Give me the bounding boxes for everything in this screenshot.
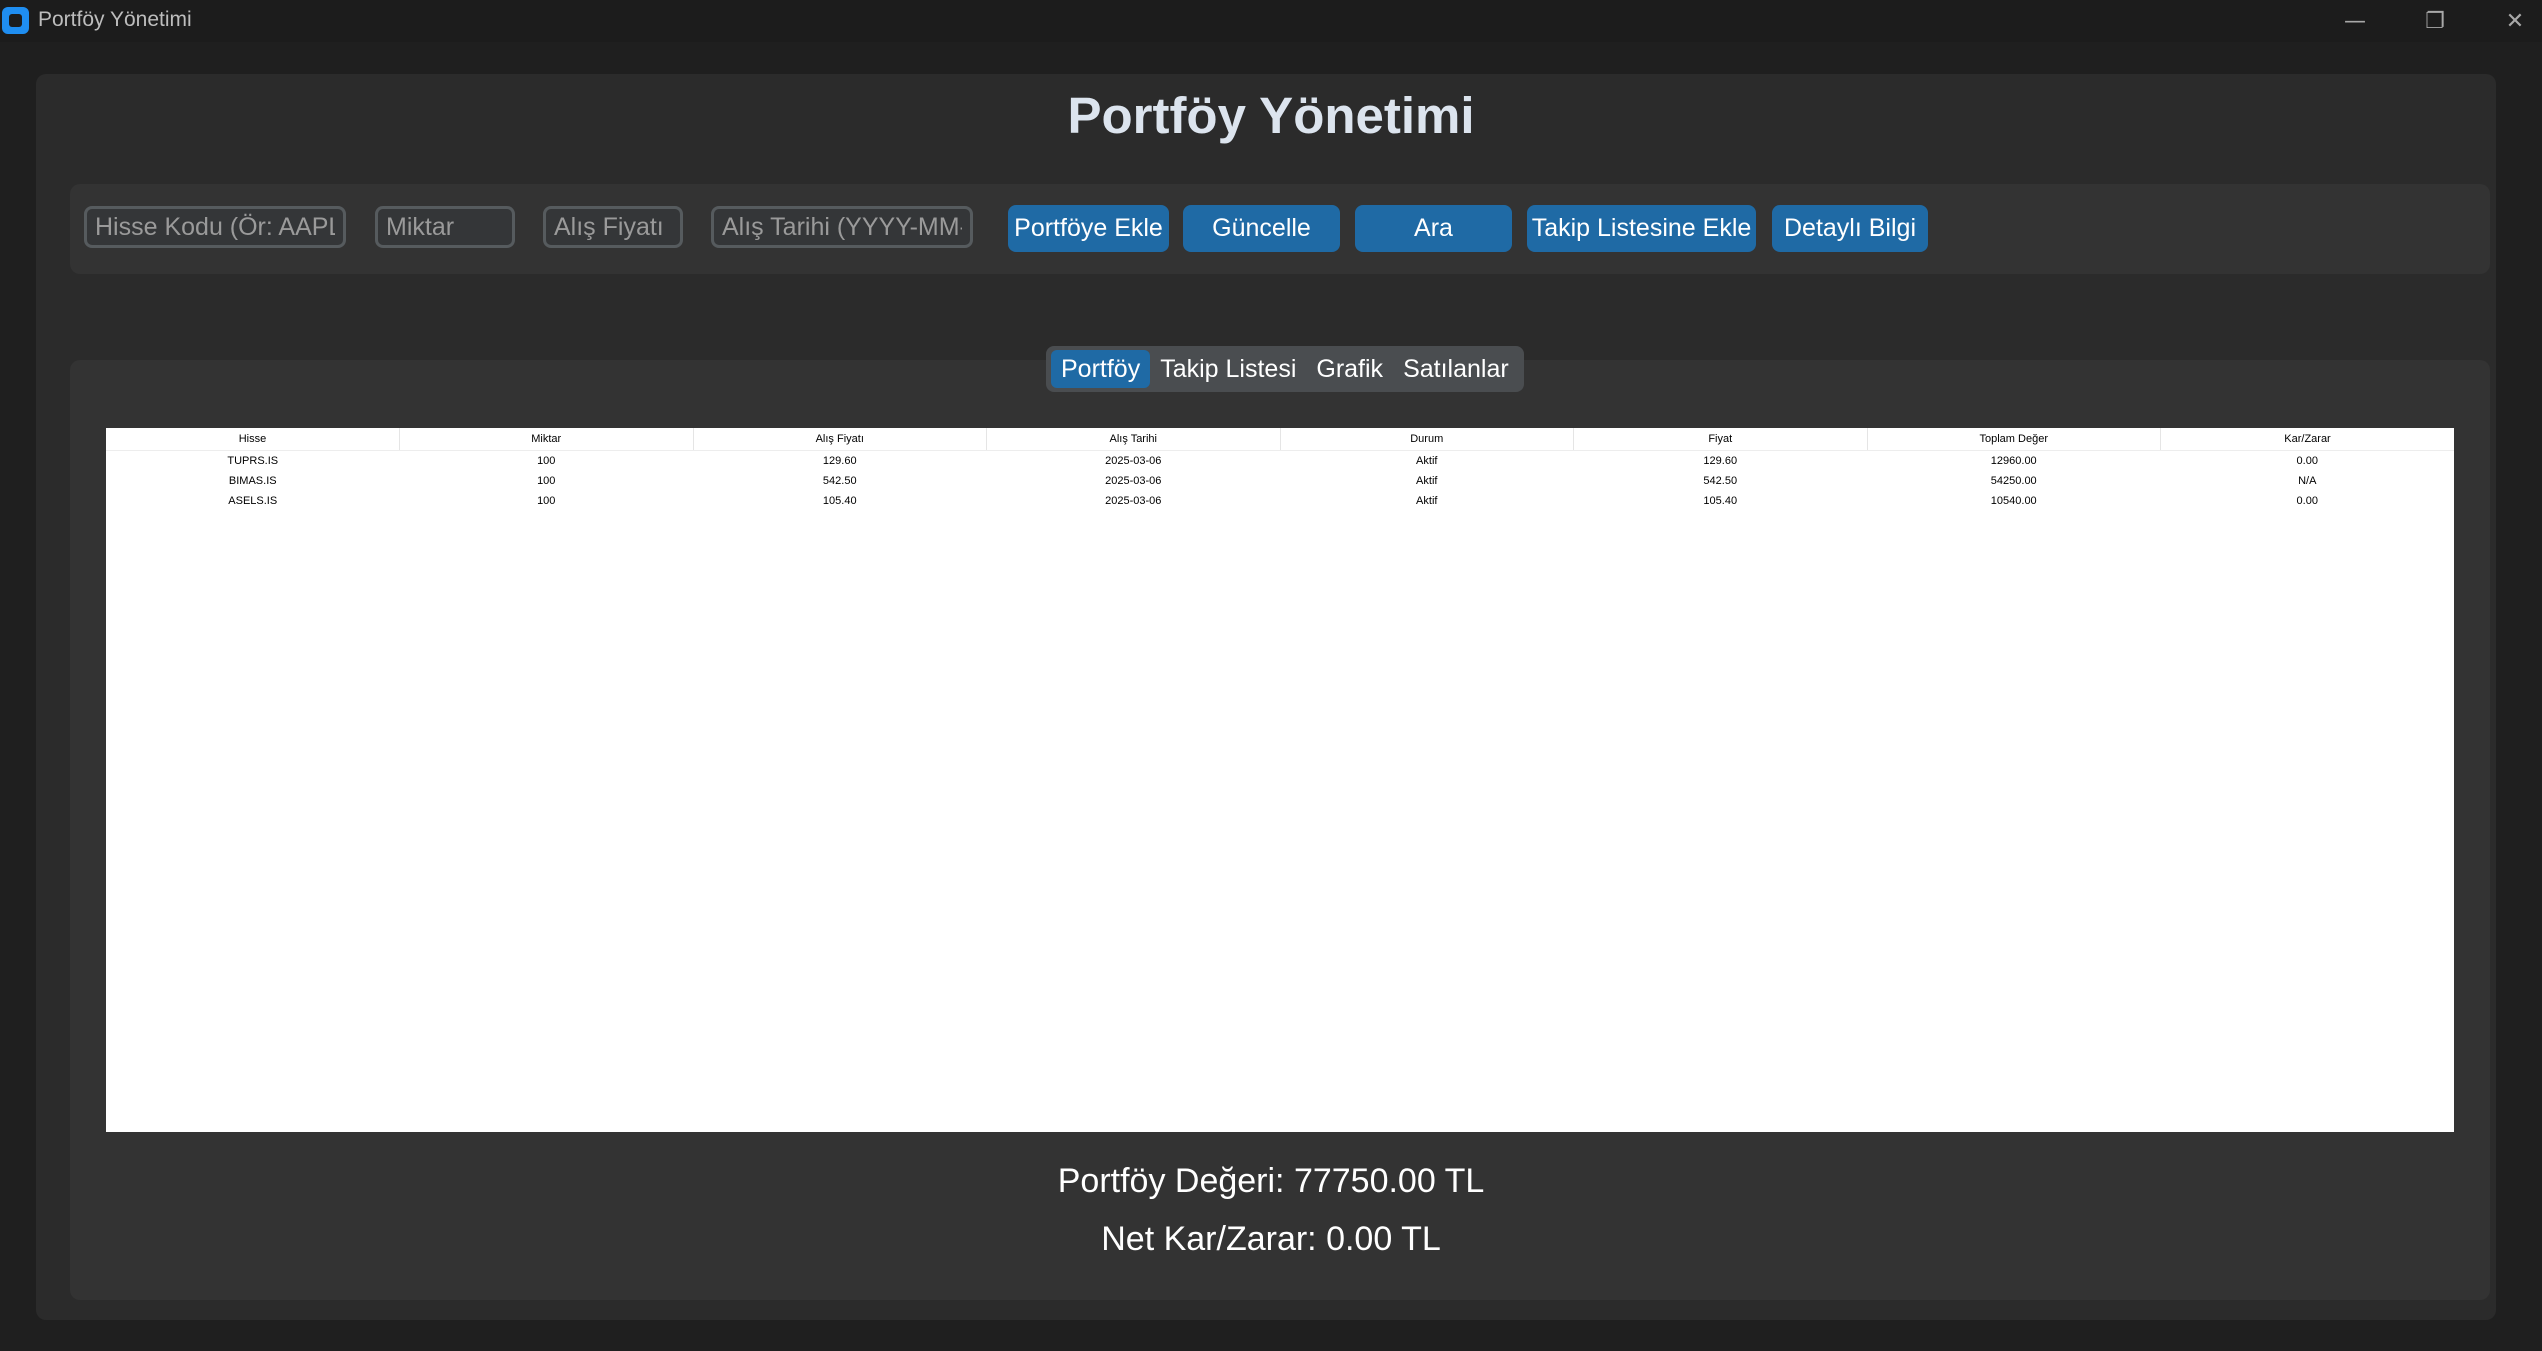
- table-cell: 2025-03-06: [1105, 455, 1162, 467]
- details-button[interactable]: Detaylı Bilgi: [1772, 205, 1928, 252]
- table-cell: 542.50: [822, 475, 857, 487]
- buy-date-input[interactable]: [711, 206, 973, 248]
- quantity-input[interactable]: [375, 206, 515, 248]
- column-header[interactable]: Miktar: [399, 428, 694, 451]
- column-header[interactable]: Alış Tarihi: [986, 428, 1281, 451]
- portfolio-table-area[interactable]: Hisse Miktar Alış Fiyatı Alış Tarihi Dur…: [106, 428, 2454, 1132]
- column-header[interactable]: Durum: [1280, 428, 1574, 451]
- table-cell: N/A: [2298, 475, 2317, 487]
- column-header[interactable]: Kar/Zarar: [2160, 428, 2454, 451]
- table-cell: 2025-03-06: [1105, 495, 1162, 507]
- tab-bar: Portföy Takip Listesi Grafik Satılanlar: [1046, 346, 1524, 392]
- maximize-icon[interactable]: ❐: [2395, 0, 2475, 42]
- search-button[interactable]: Ara: [1355, 205, 1512, 252]
- column-header[interactable]: Fiyat: [1573, 428, 1868, 451]
- minimize-icon[interactable]: —: [2315, 0, 2395, 42]
- net-profit-loss-label: Net Kar/Zarar: 0.00 TL: [1101, 1220, 1441, 1258]
- buy-price-input[interactable]: [543, 206, 683, 248]
- table-cell: 105.40: [1703, 495, 1738, 507]
- portfolio-value-label: Portföy Değeri: 77750.00 TL: [1057, 1162, 1485, 1200]
- column-header[interactable]: Toplam Değer: [1867, 428, 2161, 451]
- window-title: Portföy Yönetimi: [38, 8, 192, 31]
- table-cell: 0.00: [2296, 495, 2318, 507]
- table-cell: 105.40: [822, 495, 857, 507]
- tab-watchlist[interactable]: Takip Listesi: [1150, 350, 1306, 388]
- tab-sold[interactable]: Satılanlar: [1393, 350, 1519, 388]
- table-cell: Aktif: [1416, 495, 1438, 507]
- table-row[interactable]: BIMAS.IS 100 542.50 2025-03-06 Aktif 542…: [106, 471, 2454, 491]
- table-cell: 12960.00: [1990, 455, 2037, 467]
- page-title: Portföy Yönetimi: [1067, 87, 1475, 144]
- add-to-portfolio-button[interactable]: Portföye Ekle: [1008, 205, 1169, 252]
- column-header[interactable]: Alış Fiyatı: [693, 428, 987, 451]
- table-cell: 100: [537, 455, 556, 467]
- update-button[interactable]: Güncelle: [1183, 205, 1340, 252]
- title-bar: Portföy Yönetimi — ❐ ✕: [0, 0, 2542, 42]
- table-cell: 2025-03-06: [1105, 475, 1162, 487]
- table-header-row: Hisse Miktar Alış Fiyatı Alış Tarihi Dur…: [106, 428, 2454, 451]
- table-cell: 542.50: [1703, 475, 1738, 487]
- add-to-watchlist-button[interactable]: Takip Listesine Ekle: [1527, 205, 1756, 252]
- portfolio-table: Hisse Miktar Alış Fiyatı Alış Tarihi Dur…: [106, 428, 2454, 511]
- table-cell: TUPRS.IS: [227, 455, 279, 467]
- table-cell: 100: [537, 495, 556, 507]
- table-cell: BIMAS.IS: [228, 475, 277, 487]
- table-row[interactable]: ASELS.IS 100 105.40 2025-03-06 Aktif 105…: [106, 491, 2454, 511]
- table-cell: Aktif: [1416, 455, 1438, 467]
- close-icon[interactable]: ✕: [2475, 0, 2542, 42]
- table-cell: 129.60: [1703, 455, 1738, 467]
- table-cell: 0.00: [2296, 455, 2318, 467]
- tab-portfolio[interactable]: Portföy: [1051, 350, 1151, 388]
- app-icon: [2, 7, 29, 34]
- table-cell: 10540.00: [1990, 495, 2037, 507]
- table-cell: ASELS.IS: [228, 495, 278, 507]
- stock-code-input[interactable]: [84, 206, 346, 248]
- table-cell: 129.60: [822, 455, 857, 467]
- table-cell: 54250.00: [1990, 475, 2037, 487]
- column-header[interactable]: Hisse: [106, 428, 400, 451]
- table-cell: 100: [537, 475, 556, 487]
- table-row[interactable]: TUPRS.IS 100 129.60 2025-03-06 Aktif 129…: [106, 451, 2454, 472]
- table-cell: Aktif: [1416, 475, 1438, 487]
- tab-chart[interactable]: Grafik: [1306, 350, 1393, 388]
